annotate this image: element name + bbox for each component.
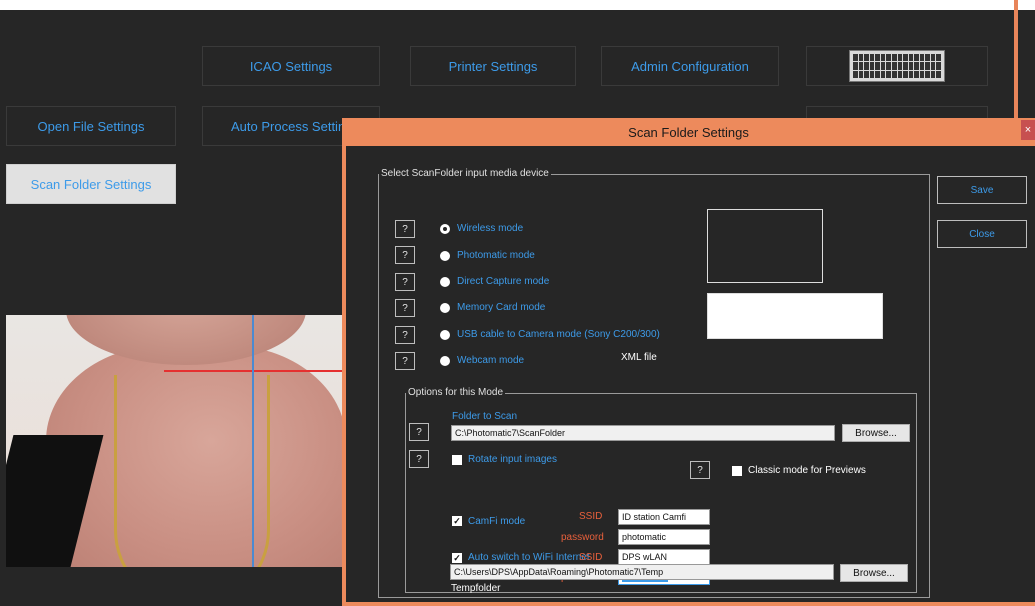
status-bar <box>0 567 342 606</box>
help-button-webcam[interactable]: ? <box>395 352 415 370</box>
classic-mode-label[interactable]: Classic mode for Previews <box>748 465 866 476</box>
preview-box-top <box>707 209 823 283</box>
classic-mode-checkbox[interactable] <box>732 466 742 476</box>
camfi-ssid-input[interactable]: ID station Camfi <box>618 509 710 525</box>
vertical-guide-line <box>252 315 254 567</box>
help-button-usb-cable[interactable]: ? <box>395 326 415 344</box>
rotate-input-images-label[interactable]: Rotate input images <box>468 454 557 465</box>
wifi-ssid-label: SSID <box>579 552 603 563</box>
rotate-input-images-checkbox[interactable] <box>452 455 462 465</box>
wireless-mode-label[interactable]: Wireless mode <box>457 223 523 234</box>
photomatic-mode-label[interactable]: Photomatic mode <box>457 250 535 261</box>
options-group-legend: Options for this Mode <box>406 386 506 400</box>
camfi-ssid-label: SSID <box>579 511 603 522</box>
printer-settings-button[interactable]: Printer Settings <box>410 46 576 86</box>
webcam-mode-label[interactable]: Webcam mode <box>457 355 524 366</box>
icao-settings-button[interactable]: ICAO Settings <box>202 46 380 86</box>
tempfolder-label: Tempfolder <box>451 583 501 594</box>
radio-photomatic-mode[interactable] <box>440 251 450 261</box>
tempfolder-input[interactable]: C:\Users\DPS\AppData\Roaming\Photomatic7… <box>450 564 834 580</box>
camfi-mode-checkbox[interactable]: ✓ <box>452 516 462 526</box>
close-icon[interactable]: × <box>1021 120 1035 140</box>
help-button-wireless[interactable]: ? <box>395 220 415 238</box>
keyboard-icon <box>849 50 945 82</box>
help-button-folder[interactable]: ? <box>409 423 429 441</box>
help-button-direct-capture[interactable]: ? <box>395 273 415 291</box>
radio-memory-card-mode[interactable] <box>440 303 450 313</box>
admin-configuration-button[interactable]: Admin Configuration <box>601 46 779 86</box>
auto-switch-wifi-checkbox[interactable]: ✓ <box>452 553 462 563</box>
scan-folder-settings-button[interactable]: Scan Folder Settings <box>6 164 176 204</box>
camfi-password-input[interactable]: photomatic <box>618 529 710 545</box>
xml-file-label: XML file <box>621 352 657 363</box>
memory-card-mode-label[interactable]: Memory Card mode <box>457 302 545 313</box>
options-group: Options for this Mode Folder to Scan ? C… <box>405 386 917 594</box>
help-button-photomatic[interactable]: ? <box>395 246 415 264</box>
device-group-legend: Select ScanFolder input media device <box>379 167 551 181</box>
help-button-rotate[interactable]: ? <box>409 450 429 468</box>
auto-switch-wifi-label[interactable]: Auto switch to WiFi Internet <box>468 552 590 563</box>
device-group: Select ScanFolder input media device ? W… <box>378 167 930 598</box>
camera-preview-image <box>6 315 342 567</box>
preview-box-white <box>707 293 883 339</box>
save-button[interactable]: Save <box>937 176 1027 204</box>
dialog-body: Select ScanFolder input media device ? W… <box>346 146 1035 602</box>
direct-capture-mode-label[interactable]: Direct Capture mode <box>457 276 549 287</box>
browse-tempfolder-button[interactable]: Browse... <box>840 564 908 582</box>
keyboard-button[interactable] <box>806 46 988 86</box>
radio-direct-capture-mode[interactable] <box>440 277 450 287</box>
window-edge <box>1014 0 1018 120</box>
wifi-ssid-input[interactable]: DPS wLAN <box>618 549 710 565</box>
radio-webcam-mode[interactable] <box>440 356 450 366</box>
usb-cable-mode-label[interactable]: USB cable to Camera mode (Sony C200/300) <box>457 329 660 340</box>
help-button-memory-card[interactable]: ? <box>395 299 415 317</box>
help-button-classic[interactable]: ? <box>690 461 710 479</box>
camfi-mode-label[interactable]: CamFi mode <box>468 516 525 527</box>
radio-wireless-mode[interactable] <box>440 224 450 234</box>
folder-to-scan-label: Folder to Scan <box>452 411 518 422</box>
camfi-password-label: password <box>561 532 604 543</box>
browse-folder-button[interactable]: Browse... <box>842 424 910 442</box>
folder-to-scan-input[interactable]: C:\Photomatic7\ScanFolder <box>451 425 835 441</box>
radio-usb-cable-mode[interactable] <box>440 330 450 340</box>
scan-folder-settings-dialog: Scan Folder Settings × Select ScanFolder… <box>342 118 1035 606</box>
open-file-settings-button[interactable]: Open File Settings <box>6 106 176 146</box>
dialog-title: Scan Folder Settings <box>628 124 749 140</box>
top-strip <box>0 0 1035 10</box>
close-button[interactable]: Close <box>937 220 1027 248</box>
